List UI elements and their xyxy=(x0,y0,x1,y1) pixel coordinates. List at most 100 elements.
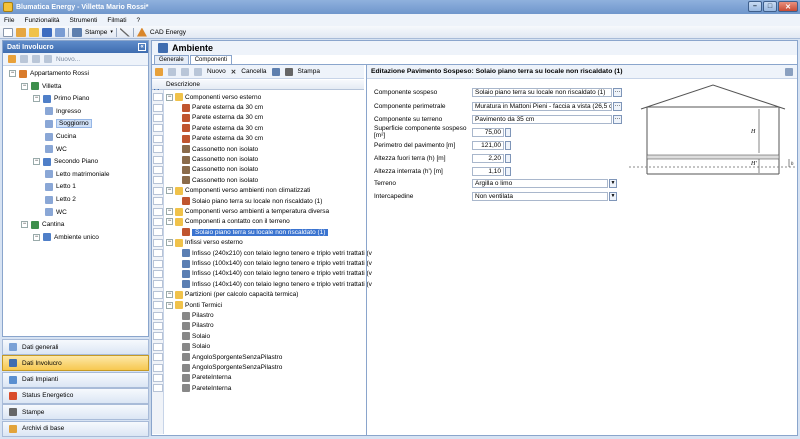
dropdown-button[interactable]: ▼ xyxy=(609,178,617,188)
row-selector[interactable] xyxy=(153,321,163,330)
nav-archivi[interactable]: Archivi di base xyxy=(2,420,149,437)
collapse-icon[interactable]: − xyxy=(166,218,173,226)
collapse-icon[interactable]: − xyxy=(33,158,40,166)
row-selector[interactable] xyxy=(153,259,163,268)
browse-button[interactable]: … xyxy=(613,114,622,124)
row-selector[interactable] xyxy=(153,342,163,351)
row-selector[interactable] xyxy=(153,290,163,299)
group-row[interactable]: − Infissi verso esterno xyxy=(152,238,364,248)
tree-item[interactable]: Cucina xyxy=(45,131,76,142)
row-selector[interactable] xyxy=(153,103,163,112)
table-row[interactable]: Parete esterna da 30 cm xyxy=(152,134,364,144)
row-selector[interactable] xyxy=(153,384,163,393)
table-row[interactable]: Infisso (240x210) con telaio legno tener… xyxy=(152,248,372,258)
browse-button[interactable]: … xyxy=(613,87,622,97)
table-row[interactable]: Parete esterna da 30 cm xyxy=(152,123,364,133)
minimize-button[interactable]: – xyxy=(748,1,762,12)
menu-strumenti[interactable]: Strumenti xyxy=(70,17,98,24)
nav-dati-generali[interactable]: Dati generali xyxy=(2,339,149,355)
pin-icon[interactable]: « xyxy=(138,43,146,51)
spinner-button[interactable] xyxy=(505,127,511,137)
tree-item[interactable]: Letto 2 xyxy=(45,194,76,205)
component-field[interactable]: Pavimento da 35 cm xyxy=(472,114,612,124)
collapse-icon[interactable]: − xyxy=(166,301,173,309)
new-icon[interactable] xyxy=(44,55,52,63)
nav-status-energetico[interactable]: Status Energetico xyxy=(2,387,149,404)
tree-item[interactable]: − Villetta xyxy=(21,81,61,92)
menu-file[interactable]: File xyxy=(4,17,14,24)
dropdown-button[interactable]: ▼ xyxy=(609,191,617,201)
table-row[interactable]: AngoloSporgenteSenzaPilastro xyxy=(152,362,364,372)
new-button[interactable]: Nuovo... xyxy=(56,56,80,63)
tree-item[interactable]: − Appartamento Rossi xyxy=(9,68,89,79)
collapse-icon[interactable]: − xyxy=(9,70,16,77)
tree-item[interactable]: Ingresso xyxy=(45,106,81,117)
row-selector[interactable] xyxy=(153,301,163,310)
group-row[interactable]: − Componenti verso ambienti a temperatura… xyxy=(152,206,364,216)
spinner-button[interactable] xyxy=(505,166,511,176)
row-selector[interactable] xyxy=(153,332,163,341)
collapse-icon[interactable]: − xyxy=(33,233,40,241)
table-row[interactable]: Solaio xyxy=(152,331,364,341)
spinner-button[interactable] xyxy=(505,153,511,163)
stampa-button[interactable]: Stampa xyxy=(298,68,320,75)
row-selector[interactable] xyxy=(153,113,163,122)
table-row[interactable]: PareteInterna xyxy=(152,373,364,383)
nav-dati-impianti[interactable]: Dati Impianti xyxy=(2,371,149,388)
table-row[interactable]: Infisso (140x140) con telaio legno tener… xyxy=(152,279,372,289)
nav-stampe[interactable]: Stampe xyxy=(2,404,149,421)
folder-add-icon[interactable] xyxy=(155,67,163,76)
nuovo-button[interactable]: Nuovo xyxy=(207,68,226,75)
table-row[interactable]: Solaio piano terra su locale non riscald… xyxy=(152,196,364,206)
row-selector[interactable] xyxy=(153,238,163,247)
table-row[interactable]: Cassonetto non isolato xyxy=(152,154,364,164)
collapse-icon[interactable]: − xyxy=(166,93,173,101)
remove-icon[interactable] xyxy=(181,67,189,76)
numeric-field[interactable]: 2,20 xyxy=(472,153,504,163)
cad-energy-button[interactable]: CAD Energy xyxy=(150,29,186,36)
tree-item[interactable]: Soggiorno xyxy=(45,118,92,129)
collapse-icon[interactable]: − xyxy=(166,187,173,195)
menu-help[interactable]: ? xyxy=(137,17,141,24)
tree-item[interactable]: WC xyxy=(45,207,67,218)
group-row[interactable]: − Ponti Termici xyxy=(152,300,364,310)
nav-dati-involucro[interactable]: Dati Involucro xyxy=(2,355,149,372)
tree-item[interactable]: − Primo Piano xyxy=(33,93,89,104)
tree-item[interactable]: − Ambiente unico xyxy=(33,232,99,243)
numeric-field[interactable]: 75,00 xyxy=(472,127,504,137)
row-selector[interactable] xyxy=(153,228,163,237)
add-icon[interactable] xyxy=(168,67,176,76)
collapse-icon[interactable]: − xyxy=(166,208,173,216)
table-row[interactable]: Solaio piano terra su locale non riscald… xyxy=(152,227,364,237)
select-field[interactable]: Argilla o limo xyxy=(472,178,608,188)
tree-item[interactable]: − Secondo Piano xyxy=(33,156,98,167)
browse-button[interactable]: … xyxy=(613,101,622,111)
view-icon[interactable] xyxy=(271,67,280,76)
folder-add-icon[interactable] xyxy=(8,55,16,63)
tree-item[interactable]: Letto matrimoniale xyxy=(45,169,109,180)
tools-icon[interactable] xyxy=(119,27,130,37)
open-folder-icon[interactable] xyxy=(29,27,39,37)
column-descrizione[interactable]: Descrizione xyxy=(166,81,200,88)
table-row[interactable]: Cassonetto non isolato xyxy=(152,144,364,154)
row-selector[interactable] xyxy=(153,363,163,372)
table-row[interactable]: Infisso (140x140) con telaio legno tener… xyxy=(152,269,372,279)
numeric-field[interactable]: 1,10 xyxy=(472,166,504,176)
row-selector[interactable] xyxy=(153,197,163,206)
remove-icon[interactable] xyxy=(32,55,40,63)
tab-generale[interactable]: Generale xyxy=(154,55,189,64)
new-document-icon[interactable] xyxy=(3,27,13,37)
cancella-button[interactable]: Cancella xyxy=(241,68,266,75)
row-selector[interactable] xyxy=(153,124,163,133)
row-selector[interactable] xyxy=(153,373,163,382)
add-icon[interactable] xyxy=(20,55,28,63)
select-field[interactable]: Non ventilata xyxy=(472,191,608,201)
table-row[interactable]: Cassonetto non isolato xyxy=(152,165,364,175)
table-row[interactable]: PareteInterna xyxy=(152,383,364,393)
menu-filmati[interactable]: Filmati xyxy=(107,17,126,24)
group-row[interactable]: − Partizioni (per calcolo capacità termic… xyxy=(152,290,364,300)
row-selector[interactable] xyxy=(153,249,163,258)
row-selector[interactable] xyxy=(153,269,163,278)
search-icon[interactable] xyxy=(16,27,26,37)
table-row[interactable]: AngoloSporgenteSenzaPilastro xyxy=(152,352,364,362)
